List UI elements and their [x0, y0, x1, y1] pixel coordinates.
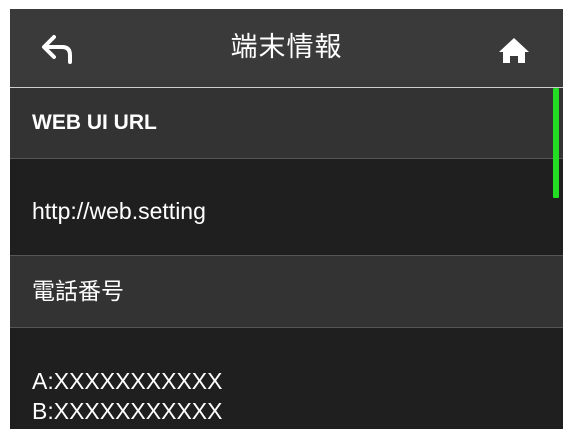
device-screen: 端末情報 WEB UI URL http://web.setting 電話番号 … [10, 9, 563, 429]
section-phone-number: 電話番号 [10, 256, 563, 328]
phone-number-b: B:XXXXXXXXXXX [32, 398, 223, 424]
back-arrow-icon [42, 35, 72, 64]
phone-number-a: A:XXXXXXXXXXX [32, 368, 223, 394]
section-web-ui-url: WEB UI URL [10, 88, 563, 159]
home-icon [499, 38, 529, 63]
page-title: 端末情報 [230, 32, 343, 63]
home-button[interactable] [494, 29, 534, 69]
phone-number-value-row: A:XXXXXXXXXXX B:XXXXXXXXXXX [10, 328, 563, 429]
back-button[interactable] [38, 29, 78, 69]
section-label: WEB UI URL [32, 111, 157, 134]
section-label: 電話番号 [32, 279, 124, 305]
scrollbar-thumb[interactable] [553, 88, 559, 198]
web-ui-url-value: http://web.setting [32, 198, 206, 224]
header-bar: 端末情報 [10, 9, 563, 88]
web-ui-url-value-row: http://web.setting [10, 159, 563, 256]
info-list: WEB UI URL http://web.setting 電話番号 A:XXX… [10, 88, 563, 429]
